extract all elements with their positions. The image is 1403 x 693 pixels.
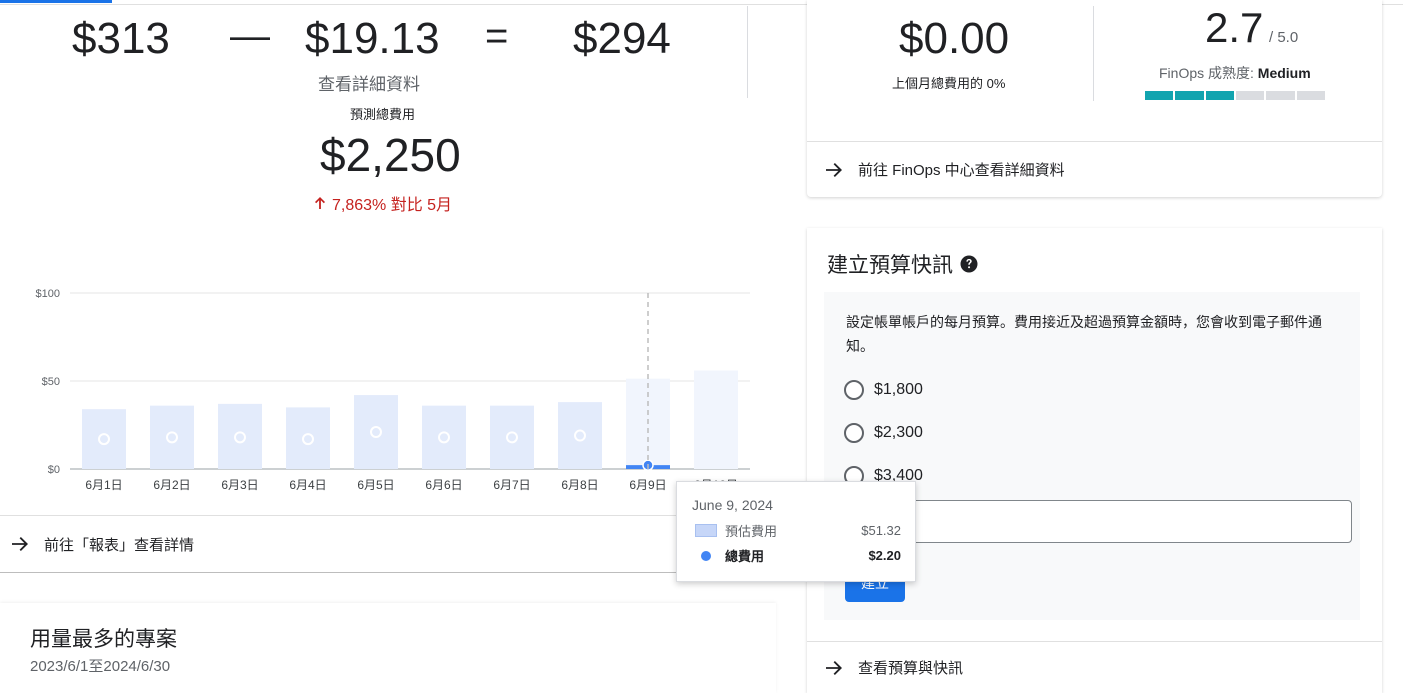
savings-value: $19.13 [305,14,440,63]
maturity-segment [1235,91,1265,100]
maturity-segment [1266,91,1295,100]
x-tick-label: 6月6日 [425,478,462,492]
finops-maturity: FinOps 成熟度: Medium [1159,63,1311,83]
x-tick-label: 6月2日 [153,478,190,492]
actual-cost-value: $313 [72,14,170,63]
forecast-value: $2,250 [320,129,461,181]
budgets-alerts-link[interactable]: 查看預算與快訊 [807,641,1382,693]
budget-alert-title-text: 建立預算快訊 [827,254,953,277]
forecast-bar [490,405,534,469]
maturity-segment [1205,91,1234,100]
finops-center-link-label: 前往 FinOps 中心查看詳細資料 [858,162,1065,179]
x-tick-label: 6月7日 [493,478,530,492]
top-projects-card: 用量最多的專案 2023/6/1至2024/6/30 [0,603,776,693]
trend-indicator: 7,863% 對比 5月 [312,191,452,215]
help-icon[interactable] [959,254,979,274]
y-tick-label: $0 [48,464,60,476]
forecast-bar [558,402,602,469]
forecast-bar [354,395,398,469]
budget-option-2300[interactable]: $2,300 [844,423,923,443]
budget-description: 設定帳單帳戶的每月預算。費用接近及超過預算金額時，您會收到電子郵件通知。 [846,314,1322,354]
forecast-bar [694,370,738,469]
maturity-segment [1296,91,1325,100]
divider [1093,6,1094,101]
arrow-right-icon [12,537,28,551]
finops-maturity-label: FinOps 成熟度: [1159,65,1254,81]
tooltip-total-value: $2.20 [868,548,901,563]
legend-dot [701,550,711,561]
reports-link-label: 前往「報表」查看詳情 [44,536,195,554]
forecast-bar [218,403,262,469]
budgets-alerts-link-label: 查看預算與快訊 [858,660,964,677]
forecast-bar [150,405,194,469]
forecast-label: 預測總費用 [350,107,416,122]
x-tick-label: 6月8日 [561,478,598,492]
top-progress-accent [0,0,112,3]
minus-operator: — [230,14,270,58]
arrow-right-icon [826,660,842,675]
tooltip-forecast-row: 預估費用 $51.32 [695,521,901,540]
x-tick-label: 6月9日 [629,478,666,492]
arrow-up-icon [315,197,325,209]
chart-tooltip: June 9, 2024 預估費用 $51.32 總費用 $2.20 [676,481,916,582]
radio-button[interactable] [844,380,864,400]
tooltip-forecast-label: 預估費用 [725,524,778,539]
finops-savings-percent: 上個月總費用的 0% [892,76,1006,91]
x-tick-label: 6月4日 [289,478,326,492]
budget-alert-title: 建立預算快訊 [827,249,979,279]
finops-score-max: / 5.0 [1269,29,1299,46]
trend-text: 7,863% 對比 5月 [332,197,453,214]
divider [747,6,748,98]
forecast-bar [422,405,466,469]
top-projects-date-range: 2023/6/1至2024/6/30 [30,658,171,675]
y-tick-label: $100 [36,288,60,300]
custom-budget-input[interactable] [886,500,1352,543]
tooltip-date: June 9, 2024 [692,497,773,513]
finops-center-link[interactable]: 前往 FinOps 中心查看詳細資料 [807,141,1382,197]
maturity-segment [1145,91,1174,100]
x-tick-label: 6月1日 [85,478,122,492]
arrow-right-icon [826,162,842,177]
x-tick-label: 6月3日 [221,478,258,492]
daily-cost-chart: $0 $50 $100 6月1日 6月2日 6月3日 6月4日 6月5日 6月6日 6月7日 6月8… [36,288,750,492]
radio-button[interactable] [844,423,864,443]
top-projects-title: 用量最多的專案 [30,628,177,651]
forecast-bar [286,407,330,469]
budget-option-label: $1,800 [874,381,923,398]
x-tick-label: 6月5日 [357,478,394,492]
legend-swatch [695,524,717,537]
maturity-segment [1175,91,1204,100]
net-cost-value: $294 [573,14,671,63]
reports-link[interactable]: 前往「報表」查看詳情 [0,515,776,572]
tooltip-forecast-value: $51.32 [861,523,901,538]
finops-maturity-bar [1145,91,1325,100]
budget-option-1800[interactable]: $1,800 [844,380,923,400]
equals-operator: = [485,14,509,58]
y-tick-label: $50 [42,376,60,388]
view-details-link[interactable]: 查看詳細資料 [318,70,420,95]
finops-score: 2.7 [1205,4,1264,51]
tooltip-total-label: 總費用 [725,549,765,564]
finops-maturity-level: Medium [1257,65,1311,81]
finops-savings-value: $0.00 [899,14,1010,63]
tooltip-total-row: 總費用 $2.20 [695,546,901,565]
cost-overview-card: $313 — $19.13 = $294 查看詳細資料 預測總費用 $2,250… [0,6,776,573]
forecast-bar [82,409,126,469]
finops-card: $0.00 上個月總費用的 0% 2.7 / 5.0 FinOps 成熟度: M… [807,0,1382,197]
budget-alert-card: 建立預算快訊 設定帳單帳戶的每月預算。費用接近及超過預算金額時，您會收到電子郵件… [807,228,1382,693]
budget-option-label: $2,300 [874,424,923,441]
